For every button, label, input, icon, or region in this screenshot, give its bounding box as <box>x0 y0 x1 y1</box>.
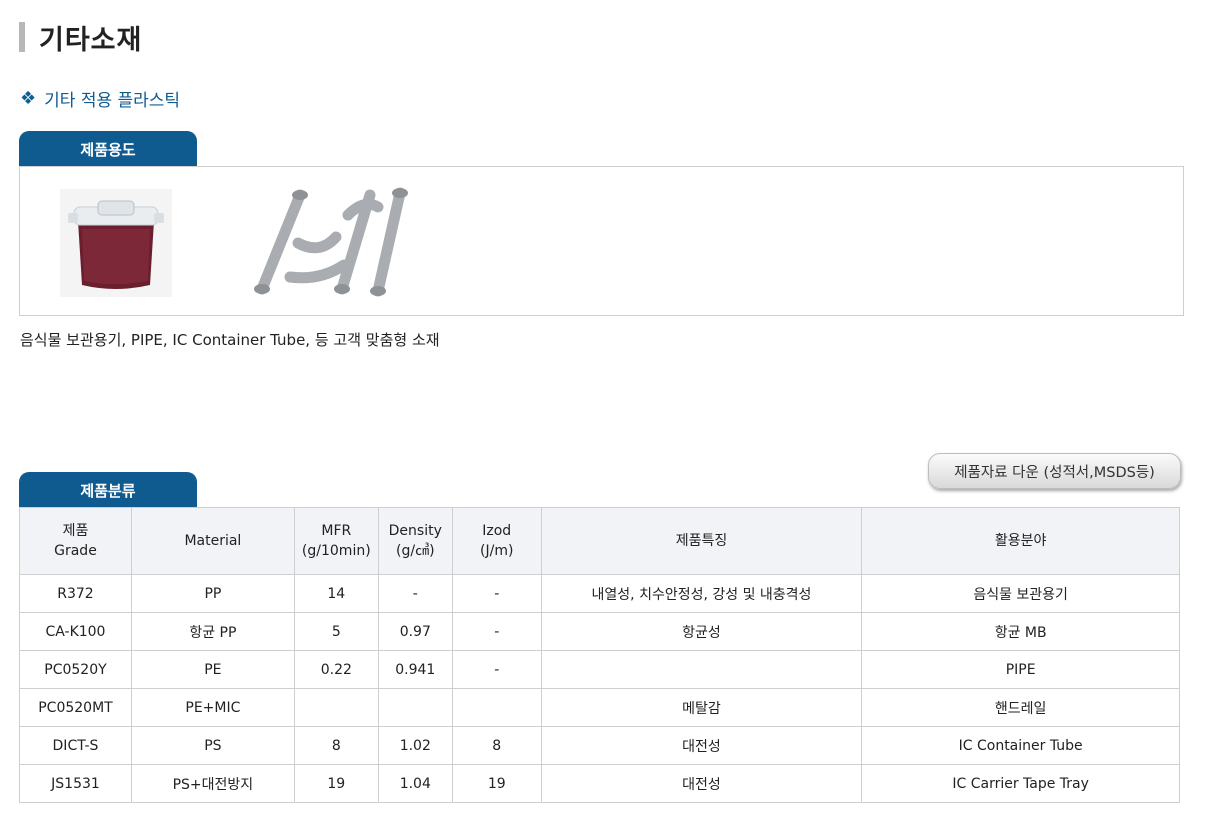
table-row: R372 PP 14 - - 내열성, 치수안정성, 강성 및 내충격성 음식물… <box>19 574 1180 613</box>
cell-features: 내열성, 치수안정성, 강성 및 내충격성 <box>540 574 863 613</box>
header-density: Density (g/㎤) <box>377 507 453 575</box>
page-title: 기타소재 <box>19 20 143 56</box>
tab-product-classification: 제품분류 <box>19 472 197 508</box>
cell-mfr: 5 <box>293 612 379 651</box>
cell-features: 대전성 <box>540 764 863 803</box>
cell-izod: - <box>451 650 542 689</box>
cell-density <box>377 688 453 727</box>
cell-izod <box>451 688 542 727</box>
diamond-bullet-icon: ❖ <box>20 87 37 109</box>
cell-applications: 항균 MB <box>861 612 1180 651</box>
cell-grade: PC0520Y <box>19 650 132 689</box>
cell-grade: PC0520MT <box>19 688 132 727</box>
cell-material: 항균 PP <box>130 612 295 651</box>
cell-density: 1.04 <box>377 764 453 803</box>
cell-grade: JS1531 <box>19 764 132 803</box>
cell-density: 0.97 <box>377 612 453 651</box>
usage-image-box <box>19 166 1184 316</box>
tab-product-usage: 제품용도 <box>19 131 197 167</box>
download-product-data-button[interactable]: 제품자료 다운 (성적서,MSDS등) <box>928 453 1181 489</box>
cell-features: 항균성 <box>540 612 863 651</box>
table-row: CA-K100 항균 PP 5 0.97 - 항균성 항균 MB <box>19 612 1180 651</box>
cell-density: 1.02 <box>377 726 453 765</box>
cell-material: PS+대전방지 <box>130 764 295 803</box>
cell-grade: DICT-S <box>19 726 132 765</box>
cell-density: - <box>377 574 453 613</box>
section-title: ❖ 기타 적용 플라스틱 <box>20 86 180 111</box>
cell-applications: 음식물 보관용기 <box>861 574 1180 613</box>
cell-density: 0.941 <box>377 650 453 689</box>
cell-mfr: 19 <box>293 764 379 803</box>
cell-grade: CA-K100 <box>19 612 132 651</box>
cell-applications: IC Container Tube <box>861 726 1180 765</box>
product-grade-table: 제품 Grade Material MFR (g/10min) Density (g/… <box>19 507 1180 803</box>
cell-izod: 8 <box>451 726 542 765</box>
pipe-set-image <box>254 187 408 297</box>
cell-applications: 핸드레일 <box>861 688 1180 727</box>
cell-mfr: 0.22 <box>293 650 379 689</box>
cell-material: PP <box>130 574 295 613</box>
table-header-row: 제품 Grade Material MFR (g/10min) Density (g/… <box>19 507 1180 575</box>
cell-material: PE+MIC <box>130 688 295 727</box>
page-title-text: 기타소재 <box>39 24 143 56</box>
table-row: DICT-S PS 8 1.02 8 대전성 IC Container Tube <box>19 726 1180 765</box>
cell-material: PE <box>130 650 295 689</box>
food-container-image <box>60 189 172 297</box>
header-mfr: MFR (g/10min) <box>293 507 379 575</box>
title-accent-bar <box>19 22 25 52</box>
header-grade: 제품 Grade <box>19 507 132 575</box>
cell-material: PS <box>130 726 295 765</box>
header-features: 제품특징 <box>540 507 863 575</box>
cell-applications: IC Carrier Tape Tray <box>861 764 1180 803</box>
table-row: PC0520MT PE+MIC 메탈감 핸드레일 <box>19 688 1180 727</box>
header-izod: Izod (J/m) <box>451 507 542 575</box>
table-row: PC0520Y PE 0.22 0.941 - PIPE <box>19 650 1180 689</box>
cell-mfr: 8 <box>293 726 379 765</box>
cell-grade: R372 <box>19 574 132 613</box>
cell-izod: - <box>451 574 542 613</box>
section-title-text: 기타 적용 플라스틱 <box>44 91 181 111</box>
cell-izod: - <box>451 612 542 651</box>
cell-features <box>540 650 863 689</box>
cell-features: 메탈감 <box>540 688 863 727</box>
cell-features: 대전성 <box>540 726 863 765</box>
cell-izod: 19 <box>451 764 542 803</box>
usage-description: 음식물 보관용기, PIPE, IC Container Tube, 등 고객 … <box>20 331 440 349</box>
cell-mfr: 14 <box>293 574 379 613</box>
cell-applications: PIPE <box>861 650 1180 689</box>
table-row: JS1531 PS+대전방지 19 1.04 19 대전성 IC Carrier… <box>19 764 1180 803</box>
header-material: Material <box>130 507 295 575</box>
header-applications: 활용분야 <box>861 507 1180 575</box>
cell-mfr <box>293 688 379 727</box>
